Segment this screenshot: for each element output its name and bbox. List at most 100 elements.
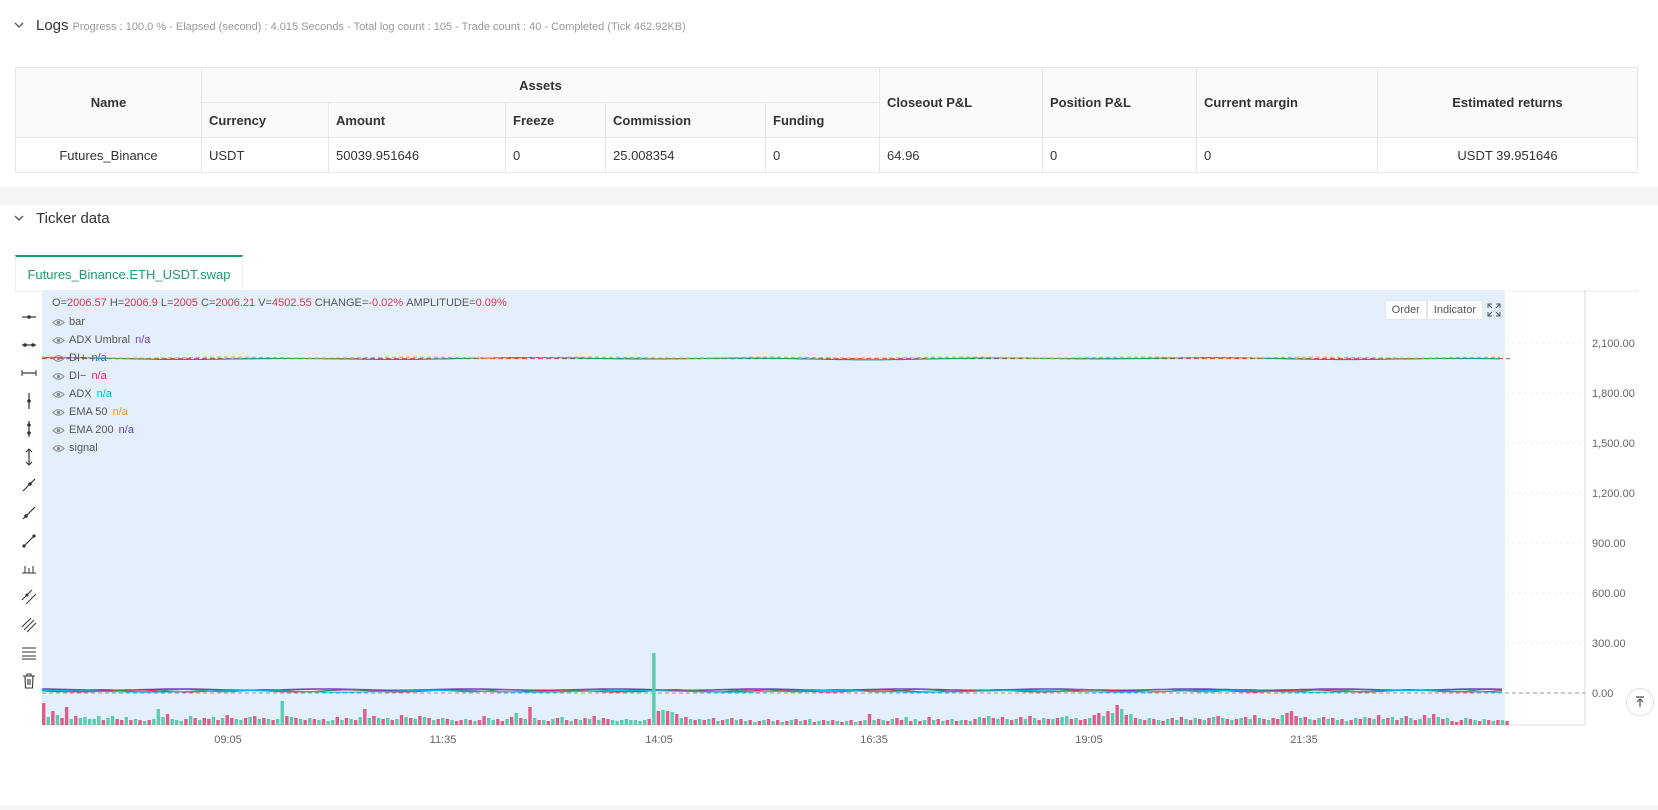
volume-bar bbox=[1120, 709, 1124, 725]
volume-bar bbox=[119, 720, 124, 725]
legend-item[interactable]: ADX n/a bbox=[52, 385, 507, 403]
volume-bar bbox=[138, 720, 142, 725]
volume-bar bbox=[542, 720, 546, 725]
volume-bar bbox=[335, 717, 339, 725]
arrow-up-icon bbox=[1636, 696, 1644, 707]
volume-bar bbox=[1363, 717, 1367, 725]
volume-bar bbox=[78, 718, 83, 725]
volume-bar bbox=[652, 653, 656, 725]
volume-bar bbox=[1404, 716, 1408, 725]
col-amount: Amount bbox=[328, 102, 506, 138]
volume-bar bbox=[982, 718, 986, 725]
volume-bar bbox=[308, 718, 312, 725]
volume-bar bbox=[1060, 717, 1064, 725]
volume-bar bbox=[1280, 715, 1285, 725]
y-tick-label: 1,500.00 bbox=[1592, 438, 1635, 450]
volume-bar bbox=[55, 715, 60, 725]
chart-legend: O= 2006.57 H= 2006.9 L= 2005 C= 2006.21 V= 45… bbox=[52, 297, 507, 457]
volume-bar bbox=[1298, 718, 1303, 725]
legend-item[interactable]: EMA 200 n/a bbox=[52, 421, 507, 439]
chevron-down-icon[interactable] bbox=[14, 213, 24, 223]
volume-bar bbox=[152, 719, 156, 725]
volume-bar bbox=[610, 720, 615, 725]
y-tick-label: 600.00 bbox=[1592, 588, 1626, 600]
legend-item[interactable]: DI− n/a bbox=[52, 367, 507, 385]
volume-bar bbox=[638, 721, 642, 725]
volume-bar bbox=[1482, 719, 1486, 725]
volume-bar bbox=[551, 719, 555, 725]
volume-bar bbox=[1372, 719, 1376, 725]
volume-bar bbox=[1395, 720, 1399, 725]
volume-bar bbox=[202, 718, 206, 725]
volume-bar bbox=[312, 719, 317, 725]
eye-icon[interactable] bbox=[52, 408, 65, 417]
volume-bar bbox=[1000, 717, 1005, 725]
volume-bar bbox=[1321, 717, 1326, 725]
ticker-header[interactable]: Ticker data bbox=[14, 210, 110, 227]
volume-bar bbox=[1005, 719, 1009, 725]
x-tick-label: 09:05 bbox=[214, 734, 242, 746]
volume-bar bbox=[959, 720, 963, 725]
volume-bar bbox=[1358, 719, 1362, 725]
eye-icon[interactable] bbox=[52, 372, 65, 381]
legend-item[interactable]: signal bbox=[52, 439, 507, 457]
volume-bar bbox=[1188, 720, 1193, 725]
volume-bar bbox=[197, 720, 202, 725]
volume-bar bbox=[1450, 721, 1454, 725]
chevron-down-icon[interactable] bbox=[14, 20, 24, 30]
legend-item[interactable]: DI+ n/a bbox=[52, 349, 507, 367]
legend-item[interactable]: bar bbox=[52, 313, 507, 331]
volume-bar bbox=[165, 714, 170, 725]
volume-bar bbox=[1101, 716, 1106, 725]
volume-bar bbox=[1473, 720, 1477, 725]
eye-icon[interactable] bbox=[52, 390, 65, 399]
volume-bar bbox=[1220, 718, 1225, 725]
eye-icon[interactable] bbox=[52, 336, 65, 345]
eye-icon[interactable] bbox=[52, 444, 65, 453]
volume-bar bbox=[743, 721, 748, 725]
volume-bar bbox=[500, 721, 505, 725]
logs-header[interactable]: Logs Progress : 100.0 % - Elapsed (secon… bbox=[14, 17, 686, 34]
indicator-button[interactable]: Indicator bbox=[1426, 300, 1483, 320]
volume-bar bbox=[739, 719, 743, 725]
col-commission: Commission bbox=[605, 102, 766, 138]
volume-bar bbox=[262, 718, 266, 725]
order-button[interactable]: Order bbox=[1384, 300, 1427, 320]
volume-bar bbox=[496, 719, 500, 725]
volume-bar bbox=[156, 709, 161, 725]
volume-bar bbox=[1124, 715, 1129, 725]
volume-bar bbox=[1156, 720, 1161, 725]
volume-bar bbox=[395, 719, 399, 725]
volume-bar bbox=[1129, 714, 1133, 725]
volume-bar bbox=[532, 718, 537, 725]
cell-estimated-returns: USDT 39.951646 bbox=[1377, 137, 1638, 173]
volume-bar bbox=[409, 718, 413, 725]
legend-item[interactable]: ADX Umbral n/a bbox=[52, 331, 507, 349]
y-tick-label: 0.00 bbox=[1592, 688, 1613, 700]
volume-label: V= bbox=[258, 297, 272, 309]
volume-bar bbox=[844, 721, 849, 725]
volume-bar bbox=[707, 719, 711, 725]
volume-bar bbox=[977, 717, 982, 725]
volume-bar bbox=[629, 720, 633, 725]
volume-bar bbox=[1303, 717, 1307, 725]
eye-icon[interactable] bbox=[52, 354, 65, 363]
volume-bar bbox=[1331, 718, 1335, 725]
eye-icon[interactable] bbox=[52, 426, 65, 435]
cell-name: Futures_Binance bbox=[15, 137, 202, 173]
volume-bar bbox=[427, 718, 431, 725]
volume-bar bbox=[564, 720, 569, 725]
volume-bar bbox=[1046, 719, 1051, 725]
scroll-to-top-button[interactable] bbox=[1626, 688, 1654, 716]
fullscreen-icon[interactable] bbox=[1487, 303, 1501, 317]
x-tick-label: 19:05 bbox=[1075, 734, 1103, 746]
legend-item[interactable]: EMA 50 n/a bbox=[52, 403, 507, 421]
eye-icon[interactable] bbox=[52, 318, 65, 327]
low-label: L= bbox=[160, 297, 174, 309]
volume-bar bbox=[1468, 719, 1473, 725]
volume-bar bbox=[918, 721, 922, 725]
volume-bar bbox=[1344, 721, 1349, 725]
volume-bar bbox=[597, 720, 601, 725]
volume-bar bbox=[1367, 718, 1372, 725]
volume-bar bbox=[766, 719, 771, 725]
